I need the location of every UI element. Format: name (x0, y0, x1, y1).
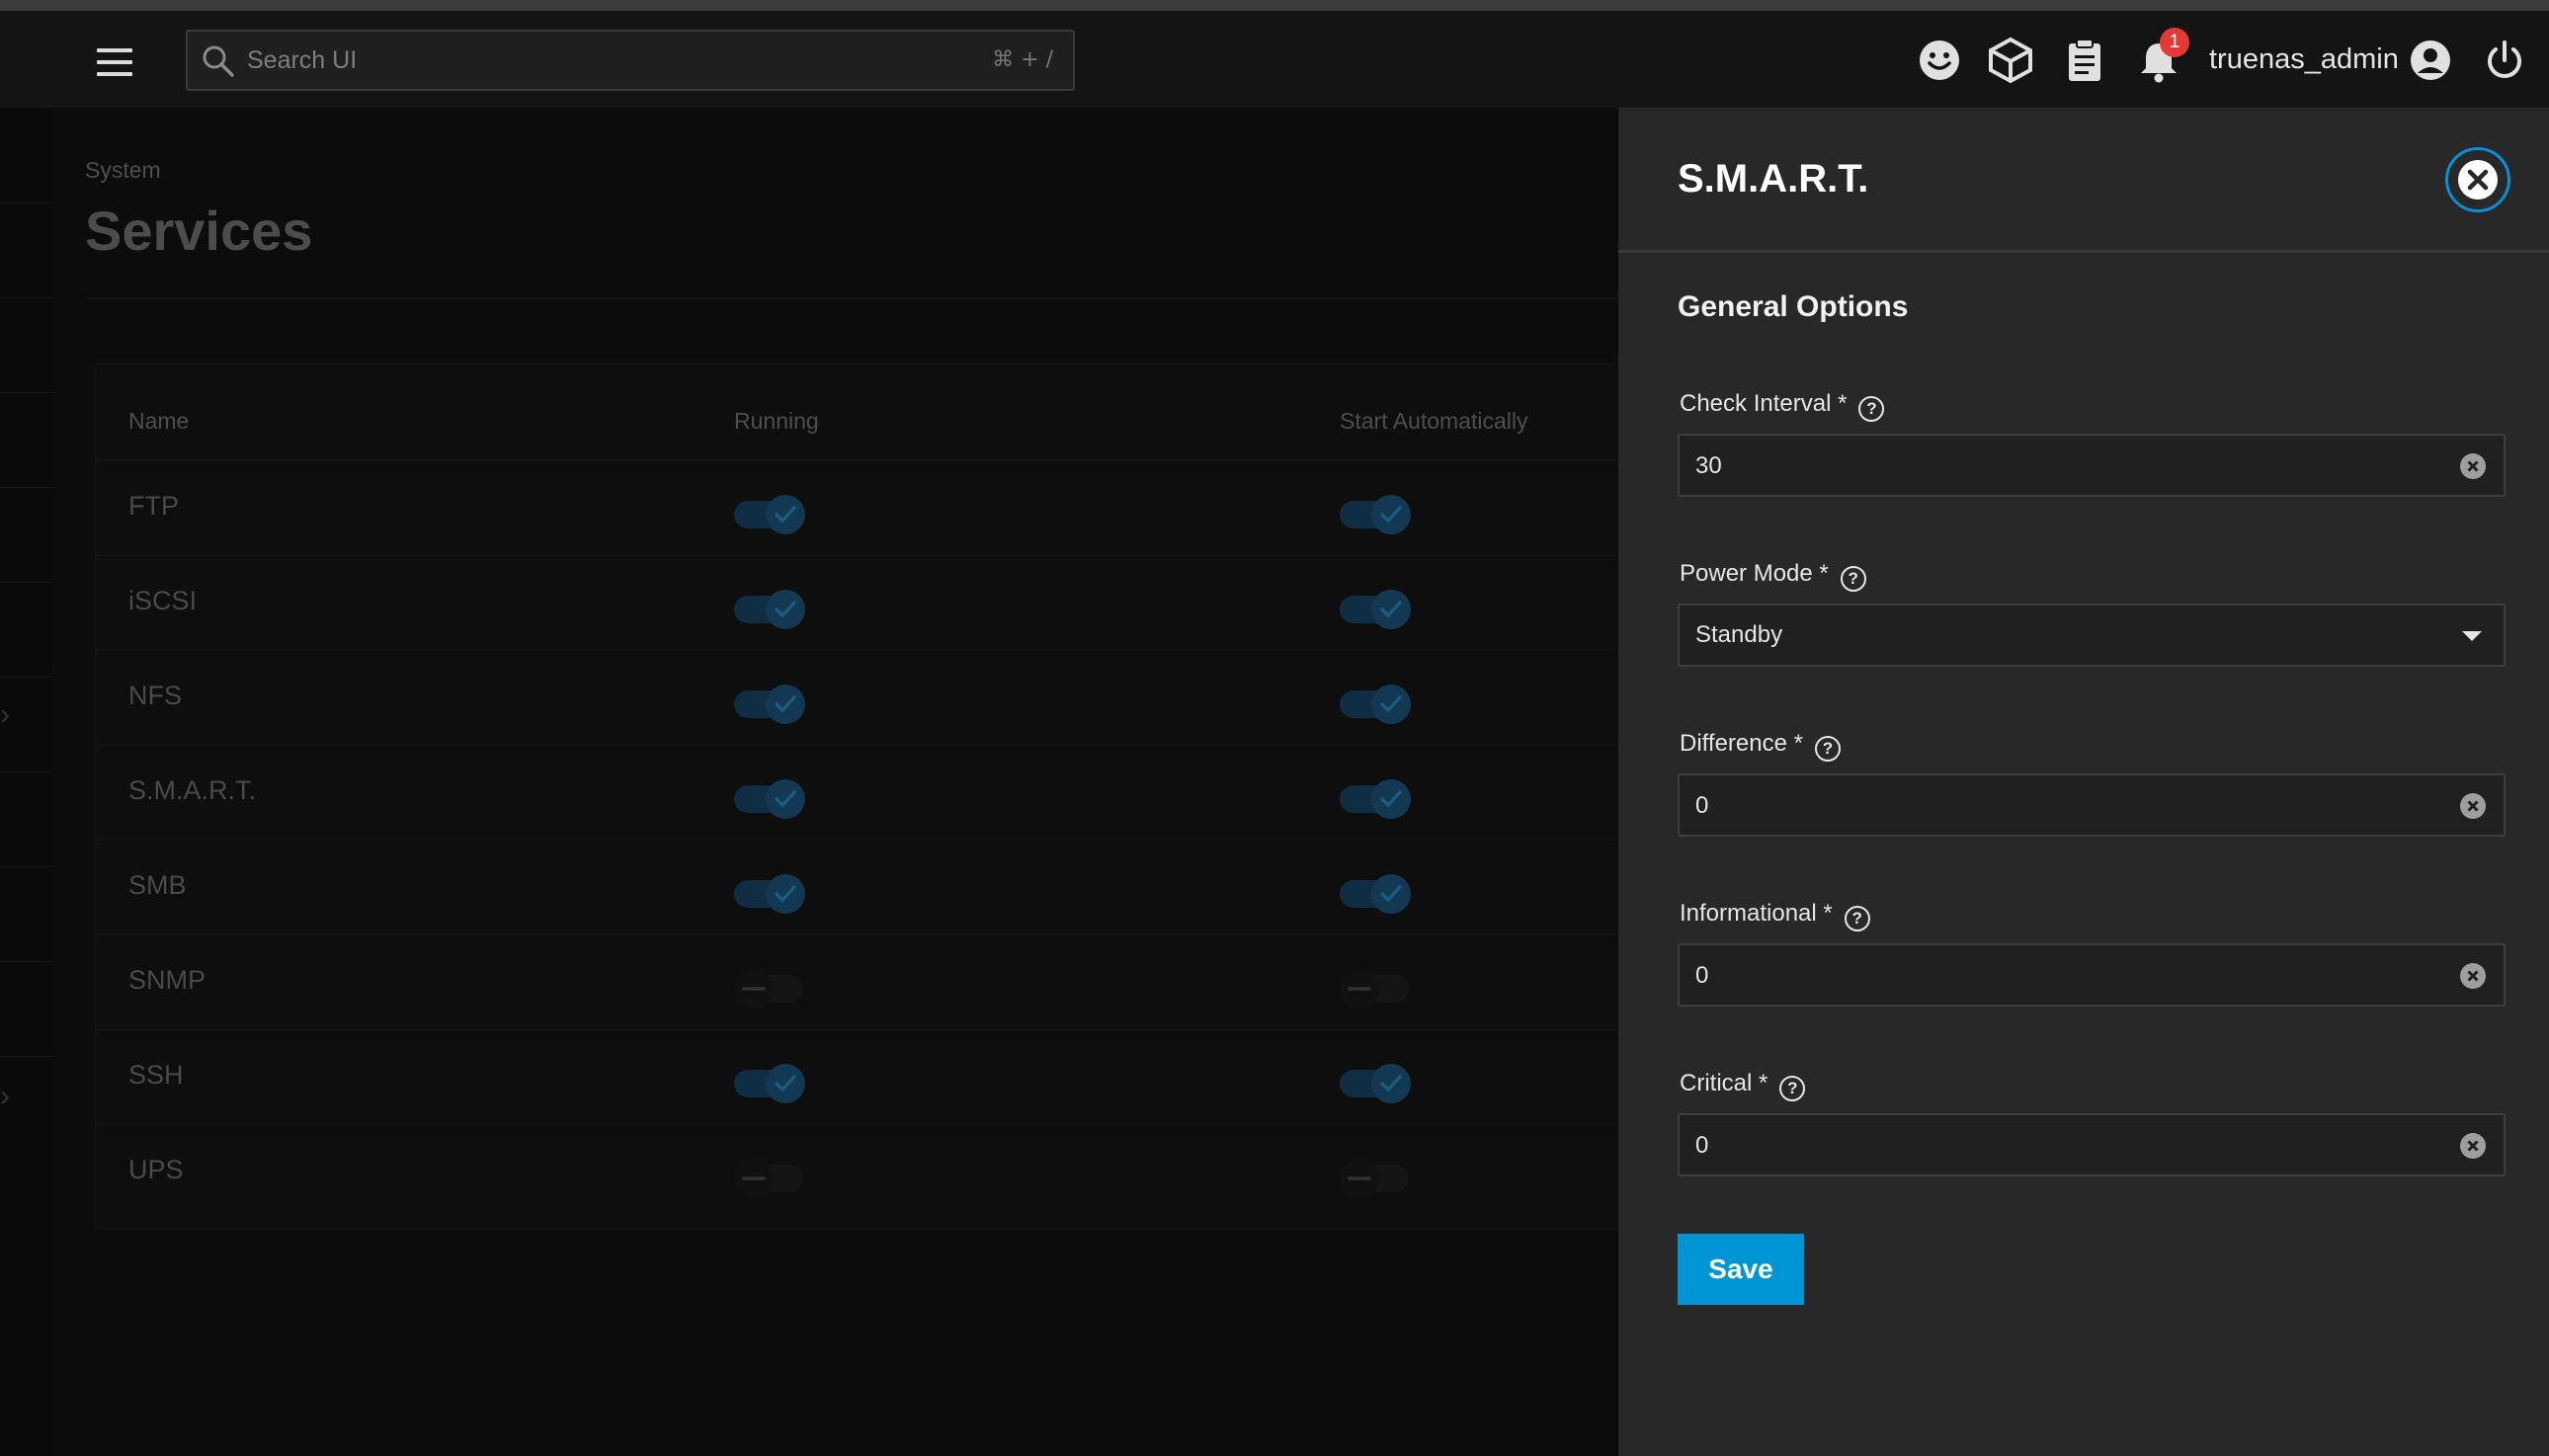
service-name: SSH (128, 1060, 184, 1090)
power-mode-value: Standby (1695, 621, 1783, 648)
check-interval-field[interactable] (1678, 434, 2506, 497)
label-text: Informational * (1680, 900, 1833, 927)
main-content: System Services Name Running Start Autom… (53, 108, 1638, 1456)
breadcrumb[interactable]: System (85, 157, 161, 184)
table-row: SSH (97, 1028, 1638, 1123)
power-icon[interactable] (2480, 36, 2529, 85)
table-row: iSCSI (97, 554, 1638, 649)
running-toggle[interactable] (734, 1060, 807, 1103)
start-automatically-toggle[interactable] (1340, 965, 1413, 1009)
service-name: NFS (128, 681, 182, 710)
help-icon[interactable]: ? (1814, 736, 1841, 762)
help-icon[interactable]: ? (1840, 566, 1866, 592)
start-automatically-toggle[interactable] (1340, 1155, 1413, 1198)
informational-field[interactable] (1678, 943, 2506, 1007)
label-text: Power Mode * (1680, 560, 1829, 587)
search-input[interactable] (247, 40, 840, 81)
smile-icon[interactable] (1915, 36, 1964, 85)
clipboard-icon[interactable] (2060, 36, 2109, 85)
power-mode-select[interactable]: Standby (1678, 604, 2506, 667)
account-icon[interactable] (2406, 36, 2455, 85)
panel-title: S.M.A.R.T. (1678, 157, 1869, 201)
chevron-right-icon[interactable]: › (0, 1080, 10, 1113)
start-automatically-toggle[interactable] (1340, 870, 1413, 914)
label-text: Difference * (1680, 730, 1803, 757)
column-header-name: Name (128, 408, 190, 434)
service-name: FTP (128, 491, 179, 521)
clear-icon[interactable] (2460, 453, 2486, 479)
label-text: Critical * (1680, 1070, 1768, 1096)
services-table: Name Running Start Automatically FTP iSCS… (95, 363, 1638, 1230)
check-interval-input[interactable] (1695, 447, 2387, 485)
difference-field[interactable] (1678, 773, 2506, 837)
table-row: SMB (97, 839, 1638, 933)
service-name: S.M.A.R.T. (128, 775, 257, 805)
sidebar: › › (0, 108, 53, 1456)
informational-input[interactable] (1695, 957, 2387, 995)
service-name: SNMP (128, 965, 206, 995)
running-toggle[interactable] (734, 775, 807, 819)
bell-icon[interactable]: 1 (2134, 28, 2189, 85)
clear-icon[interactable] (2460, 963, 2486, 989)
clear-icon[interactable] (2460, 1133, 2486, 1159)
search-box[interactable]: ⌘ + / (186, 30, 1075, 91)
help-icon[interactable]: ? (1779, 1076, 1806, 1101)
difference-input[interactable] (1695, 787, 2387, 825)
window-top-strip (0, 0, 2549, 11)
save-button[interactable]: Save (1678, 1234, 1804, 1305)
table-row: UPS (97, 1123, 1638, 1218)
truecommand-icon[interactable] (1986, 36, 2035, 85)
label-text: Check Interval * (1680, 390, 1848, 417)
table-row: SNMP (97, 933, 1638, 1028)
help-icon[interactable]: ? (1844, 906, 1870, 931)
table-row: NFS (97, 649, 1638, 744)
critical-input[interactable] (1695, 1127, 2387, 1165)
section-title: General Options (1678, 290, 1909, 323)
search-icon (203, 45, 234, 77)
running-toggle[interactable] (734, 965, 807, 1009)
table-row: S.M.A.R.T. (97, 744, 1638, 839)
informational-label: Informational *? (1680, 900, 1870, 931)
menu-icon[interactable] (91, 42, 138, 82)
start-automatically-toggle[interactable] (1340, 586, 1413, 629)
help-icon[interactable]: ? (1858, 396, 1885, 422)
column-header-running: Running (734, 408, 819, 434)
critical-label: Critical *? (1680, 1070, 1806, 1101)
service-name: SMB (128, 870, 187, 900)
start-automatically-toggle[interactable] (1340, 491, 1413, 534)
top-toolbar: ⌘ + / 1 truenas_admin (0, 11, 2549, 108)
chevron-right-icon[interactable]: › (0, 698, 10, 732)
username[interactable]: truenas_admin (2209, 43, 2399, 76)
search-shortcut: ⌘ + / (992, 47, 1053, 72)
difference-label: Difference *? (1680, 730, 1841, 762)
running-toggle[interactable] (734, 1155, 807, 1198)
dropdown-arrow-icon[interactable] (2462, 631, 2482, 641)
close-button[interactable] (2445, 147, 2510, 212)
divider (1618, 250, 2549, 253)
check-interval-label: Check Interval *? (1680, 390, 1885, 422)
start-automatically-toggle[interactable] (1340, 1060, 1413, 1103)
start-automatically-toggle[interactable] (1340, 681, 1413, 724)
critical-field[interactable] (1678, 1113, 2506, 1176)
running-toggle[interactable] (734, 491, 807, 534)
notification-badge: 1 (2160, 28, 2189, 57)
table-row: FTP (97, 459, 1638, 554)
start-automatically-toggle[interactable] (1340, 775, 1413, 819)
service-name: UPS (128, 1155, 184, 1184)
column-header-start-automatically: Start Automatically (1340, 408, 1528, 434)
close-icon (2458, 160, 2498, 200)
running-toggle[interactable] (734, 681, 807, 724)
running-toggle[interactable] (734, 870, 807, 914)
service-name: iSCSI (128, 586, 198, 615)
smart-settings-panel: S.M.A.R.T. General Options Check Interva… (1618, 108, 2549, 1456)
clear-icon[interactable] (2460, 793, 2486, 819)
power-mode-label: Power Mode *? (1680, 560, 1866, 592)
divider (85, 297, 1618, 299)
page-title: Services (85, 200, 313, 262)
running-toggle[interactable] (734, 586, 807, 629)
